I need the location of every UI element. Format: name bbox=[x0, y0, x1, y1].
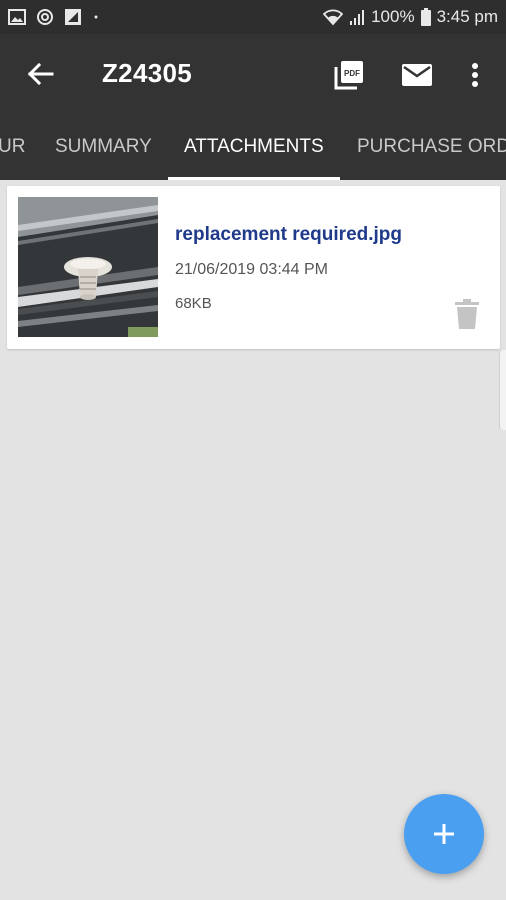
image-icon bbox=[8, 9, 26, 25]
scroll-handle[interactable] bbox=[499, 350, 506, 430]
back-arrow-icon bbox=[27, 62, 54, 86]
battery-percent: 100% bbox=[371, 7, 415, 26]
trash-icon bbox=[455, 299, 479, 329]
status-bar: 100% 3:45 pm bbox=[0, 0, 506, 34]
page-title: Z24305 bbox=[102, 58, 192, 88]
status-bar-system: 100% 3:45 pm bbox=[323, 7, 498, 27]
add-attachment-button[interactable] bbox=[404, 794, 484, 874]
pdf-button[interactable]: PDF bbox=[330, 56, 368, 94]
wifi-icon bbox=[323, 9, 344, 26]
tab-attachments[interactable]: ATTACHMENTS bbox=[184, 136, 324, 158]
tab-bar: UR SUMMARY ATTACHMENTS PURCHASE ORDE bbox=[0, 114, 506, 180]
battery-icon bbox=[420, 8, 431, 26]
app-bar: Z24305 PDF bbox=[0, 34, 506, 114]
svg-text:PDF: PDF bbox=[344, 69, 360, 78]
more-options-button[interactable] bbox=[462, 58, 488, 92]
tab-summary[interactable]: SUMMARY bbox=[55, 136, 152, 158]
attachment-thumbnail[interactable] bbox=[18, 197, 158, 337]
thumbnail-image bbox=[18, 197, 158, 337]
attachment-size: 68KB bbox=[175, 295, 212, 312]
attachment-date: 21/06/2019 03:44 PM bbox=[175, 261, 329, 278]
dot-icon bbox=[94, 15, 98, 19]
mail-icon bbox=[402, 64, 432, 86]
email-button[interactable] bbox=[398, 58, 436, 92]
pdf-icon: PDF bbox=[334, 61, 363, 90]
tab-ur[interactable]: UR bbox=[0, 136, 25, 158]
plus-icon bbox=[434, 824, 454, 844]
attachment-card[interactable]: replacement required.jpg 21/06/2019 03:4… bbox=[7, 186, 500, 349]
back-button[interactable] bbox=[22, 56, 58, 92]
signal-icon bbox=[350, 10, 365, 25]
active-tab-indicator bbox=[168, 177, 340, 180]
sync-icon bbox=[37, 9, 53, 25]
status-bar-notifications bbox=[8, 8, 100, 26]
delete-attachment-button[interactable] bbox=[454, 298, 480, 330]
tab-purchase-orders[interactable]: PURCHASE ORDE bbox=[357, 136, 506, 158]
attachment-filename[interactable]: replacement required.jpg bbox=[175, 224, 402, 246]
clock: 3:45 pm bbox=[436, 7, 498, 26]
more-vert-icon bbox=[472, 63, 478, 87]
app-icon bbox=[65, 9, 81, 25]
